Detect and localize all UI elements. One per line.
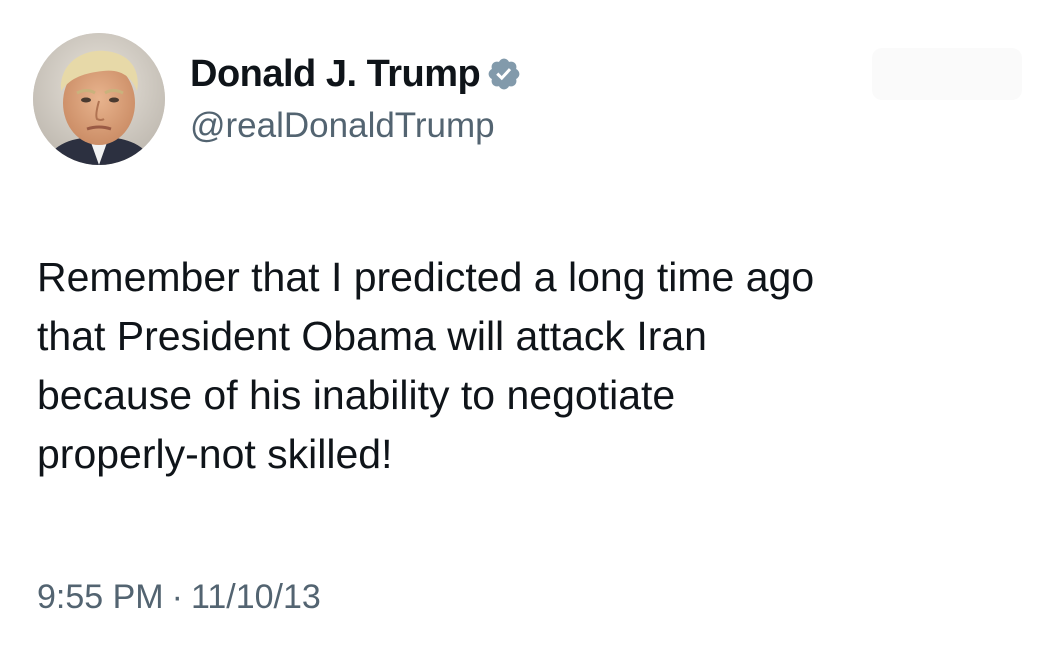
avatar[interactable] (33, 33, 165, 165)
blurred-header-region (872, 48, 1022, 100)
tweet-timestamp[interactable]: 9:55 PM · 11/10/13 (37, 578, 321, 617)
author-name-row: Donald J. Trump (190, 52, 522, 96)
tweet-card: Donald J. Trump @realDonaldTrump Remembe… (0, 0, 1059, 656)
timestamp-separator: · (171, 578, 183, 616)
author-display-name[interactable]: Donald J. Trump (190, 53, 481, 96)
tweet-text-line: Remember that I predicted a long time ag… (37, 254, 815, 300)
tweet-text-line: that President Obama will attack Iran (37, 313, 707, 359)
tweet-text: Remember that I predicted a long time ag… (37, 248, 1027, 484)
author-info: Donald J. Trump @realDonaldTrump (190, 52, 522, 146)
avatar-image (33, 33, 165, 165)
author-handle[interactable]: @realDonaldTrump (190, 106, 522, 146)
tweet-text-line: because of his inability to negotiate (37, 372, 676, 418)
verified-badge-icon (486, 56, 522, 92)
tweet-time: 9:55 PM (37, 578, 164, 616)
tweet-date: 11/10/13 (190, 578, 321, 616)
tweet-text-line: properly-not skilled! (37, 431, 393, 477)
